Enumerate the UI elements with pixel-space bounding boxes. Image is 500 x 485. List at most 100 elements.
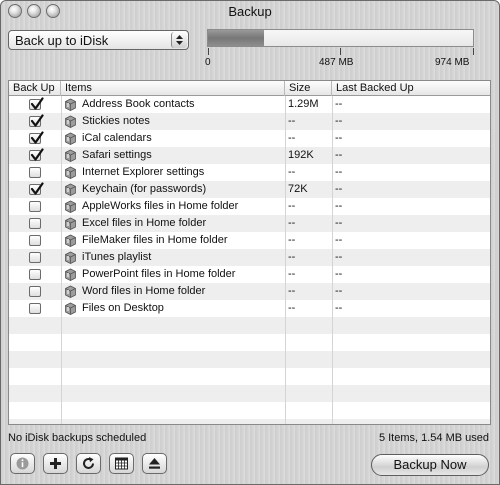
eject-icon: [149, 458, 160, 469]
item-last-backed-up: --: [335, 183, 343, 195]
package-icon: [64, 132, 77, 145]
refresh-button[interactable]: [76, 453, 101, 474]
add-icon: [50, 458, 61, 469]
item-name: FileMaker files in Home folder: [82, 234, 228, 246]
column-header-items[interactable]: Items: [61, 81, 285, 96]
item-last-backed-up: --: [335, 285, 343, 297]
item-name: Word files in Home folder: [82, 285, 206, 297]
item-size: 72K: [288, 183, 308, 195]
item-name: PowerPoint files in Home folder: [82, 268, 236, 280]
empty-row: [9, 334, 490, 351]
column-divider: [61, 96, 62, 424]
item-last-backed-up: --: [335, 268, 343, 280]
scale-label-min: 0: [205, 57, 211, 68]
scale-tick: [208, 48, 209, 55]
column-divider: [332, 96, 333, 424]
backup-checkbox[interactable]: [29, 182, 44, 195]
item-size: 192K: [288, 149, 314, 161]
item-name: Safari settings: [82, 149, 152, 161]
table-row[interactable]: Address Book contacts 1.29M --: [9, 96, 490, 113]
item-last-backed-up: --: [335, 200, 343, 212]
table-row[interactable]: AppleWorks files in Home folder -- --: [9, 198, 490, 215]
table-row[interactable]: Stickies notes -- --: [9, 113, 490, 130]
window-title: Backup: [228, 4, 272, 19]
empty-row: [9, 402, 490, 419]
backup-checkbox[interactable]: [29, 235, 41, 246]
backup-checkbox[interactable]: [29, 269, 41, 280]
backup-checkbox[interactable]: [29, 167, 41, 178]
backup-checkbox[interactable]: [29, 97, 44, 110]
item-size: --: [288, 268, 296, 280]
package-icon: [64, 268, 77, 281]
item-size: --: [288, 217, 296, 229]
add-item-button[interactable]: [43, 453, 68, 474]
backup-checkbox[interactable]: [29, 218, 41, 229]
table-row[interactable]: Safari settings 192K --: [9, 147, 490, 164]
empty-row: [9, 385, 490, 402]
backup-checkbox[interactable]: [29, 114, 44, 127]
table-row[interactable]: Keychain (for passwords) 72K --: [9, 181, 490, 198]
item-size: --: [288, 251, 296, 263]
package-icon: [64, 200, 77, 213]
table-row[interactable]: iTunes playlist -- --: [9, 249, 490, 266]
column-header-size[interactable]: Size: [285, 81, 332, 96]
package-icon: [64, 115, 77, 128]
backup-checkbox[interactable]: [29, 252, 41, 263]
column-header-last-backed-up[interactable]: Last Backed Up: [332, 81, 490, 96]
column-header-backup[interactable]: Back Up: [9, 81, 61, 96]
package-icon: [64, 285, 77, 298]
item-name: AppleWorks files in Home folder: [82, 200, 239, 212]
table-row[interactable]: Files on Desktop -- --: [9, 300, 490, 317]
item-size: --: [288, 132, 296, 144]
backup-now-button[interactable]: Backup Now: [371, 454, 489, 476]
item-size: --: [288, 166, 296, 178]
package-icon: [64, 166, 77, 179]
scale-tick: [473, 48, 474, 55]
item-size: --: [288, 302, 296, 314]
item-last-backed-up: --: [335, 149, 343, 161]
item-size: --: [288, 200, 296, 212]
table-row[interactable]: Excel files in Home folder -- --: [9, 215, 490, 232]
package-icon: [64, 251, 77, 264]
item-size: --: [288, 285, 296, 297]
column-divider: [285, 96, 286, 424]
checkmark-icon: [30, 131, 44, 144]
table-row[interactable]: Word files in Home folder -- --: [9, 283, 490, 300]
item-last-backed-up: --: [335, 234, 343, 246]
item-size: 1.29M: [288, 98, 319, 110]
item-last-backed-up: --: [335, 132, 343, 144]
destination-popup[interactable]: Back up to iDisk: [8, 30, 189, 50]
scale-tick: [340, 48, 341, 55]
table-row[interactable]: Internet Explorer settings -- --: [9, 164, 490, 181]
table-row[interactable]: PowerPoint files in Home folder -- --: [9, 266, 490, 283]
schedule-status-text: No iDisk backups scheduled: [8, 432, 147, 444]
empty-row: [9, 419, 490, 424]
item-name: Files on Desktop: [82, 302, 164, 314]
package-icon: [64, 234, 77, 247]
checkmark-icon: [30, 182, 44, 195]
backup-checkbox[interactable]: [29, 148, 44, 161]
package-icon: [64, 149, 77, 162]
destination-popup-label: Back up to iDisk: [15, 33, 109, 48]
disk-usage-fill: [208, 30, 264, 46]
table-header: Back Up Items Size Last Backed Up: [9, 81, 490, 96]
checkmark-icon: [30, 97, 44, 110]
package-icon: [64, 98, 77, 111]
info-button[interactable]: [10, 453, 35, 474]
schedule-button[interactable]: [109, 453, 134, 474]
item-last-backed-up: --: [335, 166, 343, 178]
item-name: Internet Explorer settings: [82, 166, 205, 178]
backup-checkbox[interactable]: [29, 131, 44, 144]
table-row[interactable]: iCal calendars -- --: [9, 130, 490, 147]
item-last-backed-up: --: [335, 251, 343, 263]
backup-checkbox[interactable]: [29, 286, 41, 297]
scale-label-mid: 487 MB: [319, 57, 354, 68]
empty-row: [9, 368, 490, 385]
backup-checkbox[interactable]: [29, 201, 41, 212]
backup-checkbox[interactable]: [29, 303, 41, 314]
item-size: --: [288, 234, 296, 246]
backup-items-table: Back Up Items Size Last Backed Up Addres…: [8, 80, 491, 425]
title-bar: Backup: [1, 1, 499, 23]
table-row[interactable]: FileMaker files in Home folder -- --: [9, 232, 490, 249]
eject-button[interactable]: [142, 453, 167, 474]
